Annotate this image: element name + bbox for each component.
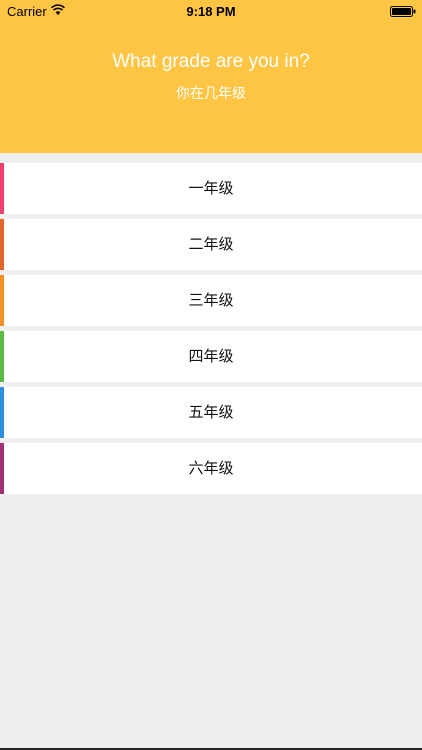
page-title: What grade are you in?	[112, 51, 310, 72]
status-time: 9:18 PM	[186, 4, 236, 19]
page-subtitle: 你在几年级	[176, 86, 246, 102]
grade-item-3[interactable]: 三年级	[0, 275, 422, 326]
grade-label: 六年级	[188, 459, 234, 477]
grade-label: 二年级	[188, 235, 234, 253]
status-bar: Carrier 9:18 PM	[0, 0, 422, 22]
grade-item-1[interactable]: 一年级	[0, 163, 422, 214]
grade-item-5[interactable]: 五年级	[0, 387, 422, 438]
grade-label: 五年级	[188, 403, 234, 421]
grade-label: 三年级	[188, 291, 234, 309]
battery-icon	[390, 6, 416, 17]
header: Carrier 9:18 PM What grade are you in? 你…	[0, 0, 422, 153]
grade-label: 一年级	[188, 179, 234, 197]
grade-item-4[interactable]: 四年级	[0, 331, 422, 382]
grade-item-6[interactable]: 六年级	[0, 443, 422, 494]
grade-item-2[interactable]: 二年级	[0, 219, 422, 270]
grade-list: 一年级 二年级 三年级 四年级 五年级 六年级	[0, 163, 422, 499]
grade-label: 四年级	[188, 347, 234, 365]
